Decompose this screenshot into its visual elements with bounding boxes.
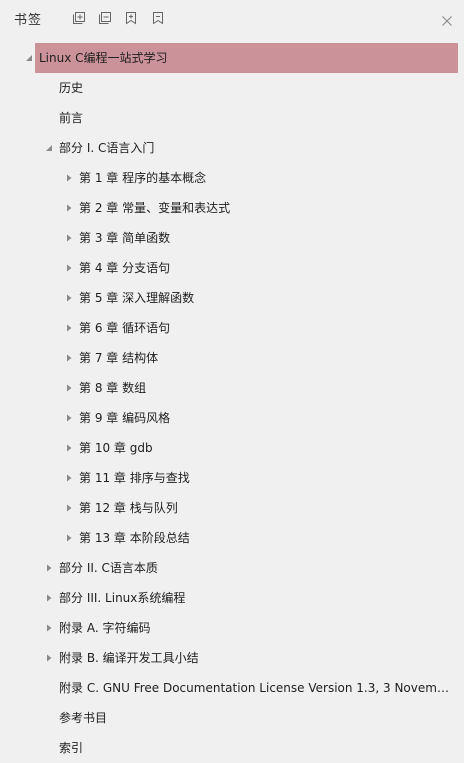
tree-item-label: 附录 A. 字符编码 xyxy=(59,621,151,635)
tree-item[interactable]: 第 9 章 编码风格 xyxy=(0,403,464,433)
tree-item[interactable]: 第 1 章 程序的基本概念 xyxy=(0,163,464,193)
tree-item[interactable]: 第 4 章 分支语句 xyxy=(0,253,464,283)
tree-item-label: 第 2 章 常量、变量和表达式 xyxy=(79,201,231,215)
tree-item-label: 历史 xyxy=(59,81,84,95)
tree-item-label: 第 9 章 编码风格 xyxy=(79,411,171,425)
tree-item[interactable]: 部分 I. C语言入门 xyxy=(0,133,464,163)
tree-item-label: 第 4 章 分支语句 xyxy=(79,261,171,275)
tree-item-label: 第 6 章 循环语句 xyxy=(79,321,171,335)
tree-item-label: 第 12 章 栈与队列 xyxy=(79,501,178,515)
tree-item-label: 第 8 章 数组 xyxy=(79,381,147,395)
tree-item[interactable]: 参考书目 xyxy=(0,703,464,733)
collapsed-arrow-icon[interactable] xyxy=(64,313,74,343)
tree-item[interactable]: 历史 xyxy=(0,73,464,103)
collapsed-arrow-icon[interactable] xyxy=(64,433,74,463)
collapsed-arrow-icon[interactable] xyxy=(44,553,54,583)
tree-item[interactable]: 前言 xyxy=(0,103,464,133)
tree-item[interactable]: 第 6 章 循环语句 xyxy=(0,313,464,343)
bookmarks-panel: 书签 Linux C编程一站式学习 历史 前言 部分 I. C语言入门 第 1 … xyxy=(0,0,464,762)
tree-item[interactable]: 部分 II. C语言本质 xyxy=(0,553,464,583)
tree-item[interactable]: 第 10 章 gdb xyxy=(0,433,464,463)
tree-item-label: 前言 xyxy=(59,111,84,125)
tree-item-label: 第 5 章 深入理解函数 xyxy=(79,291,195,305)
panel-title: 书签 xyxy=(14,13,43,28)
tree-item-label: 第 10 章 gdb xyxy=(79,441,153,455)
tree-item[interactable]: 第 3 章 简单函数 xyxy=(0,223,464,253)
tree-item-label: 第 13 章 本阶段总结 xyxy=(79,531,190,545)
tree-item-label: 部分 III. Linux系统编程 xyxy=(59,591,186,605)
bookmark-tree: Linux C编程一站式学习历史前言部分 I. C语言入门第 1 章 程序的基本… xyxy=(0,43,464,763)
tree-item-label: 附录 C. GNU Free Documentation License Ver… xyxy=(59,681,456,695)
tree-item[interactable]: 第 2 章 常量、变量和表达式 xyxy=(0,193,464,223)
tree-item[interactable]: 附录 A. 字符编码 xyxy=(0,613,464,643)
collapsed-arrow-icon[interactable] xyxy=(64,223,74,253)
collapse-all-icon[interactable] xyxy=(98,11,112,25)
collapsed-arrow-icon[interactable] xyxy=(64,163,74,193)
tree-item[interactable]: 索引 xyxy=(0,733,464,763)
tree-item[interactable]: 附录 C. GNU Free Documentation License Ver… xyxy=(0,673,464,703)
tree-item[interactable]: 第 8 章 数组 xyxy=(0,373,464,403)
expanded-arrow-icon[interactable] xyxy=(44,133,54,163)
tree-item-label: 第 3 章 简单函数 xyxy=(79,231,171,245)
collapsed-arrow-icon[interactable] xyxy=(64,253,74,283)
tree-item[interactable]: 第 12 章 栈与队列 xyxy=(0,493,464,523)
expand-all-icon[interactable] xyxy=(72,11,86,25)
tree-item[interactable]: 第 13 章 本阶段总结 xyxy=(0,523,464,553)
add-bookmark-icon[interactable] xyxy=(124,11,138,25)
collapsed-arrow-icon[interactable] xyxy=(64,463,74,493)
collapsed-arrow-icon[interactable] xyxy=(64,283,74,313)
bookmark-options-icon[interactable] xyxy=(151,11,165,25)
collapsed-arrow-icon[interactable] xyxy=(44,583,54,613)
collapsed-arrow-icon[interactable] xyxy=(64,373,74,403)
collapsed-arrow-icon[interactable] xyxy=(64,523,74,553)
collapsed-arrow-icon[interactable] xyxy=(64,193,74,223)
tree-item-label: 部分 II. C语言本质 xyxy=(59,561,158,575)
tree-item[interactable]: 第 5 章 深入理解函数 xyxy=(0,283,464,313)
tree-item[interactable]: 第 7 章 结构体 xyxy=(0,343,464,373)
tree-item-label: 第 7 章 结构体 xyxy=(79,351,159,365)
collapsed-arrow-icon[interactable] xyxy=(64,343,74,373)
close-icon[interactable] xyxy=(441,12,453,26)
tree-item-label: 部分 I. C语言入门 xyxy=(59,141,155,155)
expanded-arrow-icon[interactable] xyxy=(24,43,34,73)
tree-item[interactable]: Linux C编程一站式学习 xyxy=(0,43,464,73)
tree-item-label: 索引 xyxy=(59,741,84,755)
tree-item-label: 第 1 章 程序的基本概念 xyxy=(79,171,207,185)
collapsed-arrow-icon[interactable] xyxy=(44,643,54,673)
collapsed-arrow-icon[interactable] xyxy=(44,613,54,643)
tree-item[interactable]: 部分 III. Linux系统编程 xyxy=(0,583,464,613)
tree-item-label: 第 11 章 排序与查找 xyxy=(79,471,190,485)
collapsed-arrow-icon[interactable] xyxy=(64,403,74,433)
tree-item-label: 参考书目 xyxy=(59,711,108,725)
tree-item[interactable]: 第 11 章 排序与查找 xyxy=(0,463,464,493)
tree-item-label: Linux C编程一站式学习 xyxy=(39,51,168,65)
collapsed-arrow-icon[interactable] xyxy=(64,493,74,523)
tree-item-label: 附录 B. 编译开发工具小结 xyxy=(59,651,199,665)
tree-item[interactable]: 附录 B. 编译开发工具小结 xyxy=(0,643,464,673)
panel-header: 书签 xyxy=(0,0,464,36)
